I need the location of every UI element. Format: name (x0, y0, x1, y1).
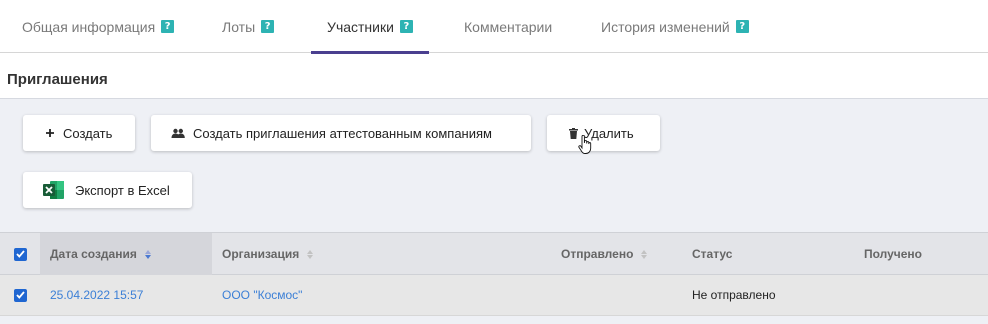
column-label: Отправлено (561, 247, 634, 261)
sort-desc-icon (144, 249, 151, 259)
column-header-organization[interactable]: Организация (222, 233, 314, 275)
table-header: Дата создания Организация Отправлено Ста… (0, 232, 988, 275)
hand-cursor-icon (578, 134, 592, 160)
column-label: Дата создания (50, 247, 137, 261)
row-status: Не отправлено (692, 288, 776, 302)
tab-participants[interactable]: Участники ? (311, 0, 429, 54)
section-title: Приглашения (7, 71, 108, 88)
delete-button[interactable]: Удалить (547, 115, 660, 151)
row-date-link[interactable]: 25.04.2022 15:57 (50, 275, 143, 315)
column-header-received[interactable]: Получено (864, 233, 922, 275)
tab-label: Общая информация (22, 18, 156, 35)
help-icon[interactable]: ? (161, 20, 175, 33)
column-header-status[interactable]: Статус (692, 233, 732, 275)
column-label: Статус (692, 247, 733, 261)
tab-label: История изменений (601, 18, 730, 35)
export-excel-button[interactable]: Экспорт в Excel (23, 172, 192, 208)
help-icon[interactable]: ? (399, 20, 413, 33)
table-row[interactable]: 25.04.2022 15:57 ООО "Космос" Не отправл… (0, 275, 988, 316)
create-certified-invitations-button[interactable]: Создать приглашения аттестованным компан… (151, 115, 531, 151)
sort-icon (641, 249, 648, 259)
tab-label: Комментарии (464, 18, 553, 35)
row-select-cell (0, 275, 40, 315)
tab-label: Лоты (222, 18, 256, 35)
row-checkbox[interactable] (13, 288, 27, 302)
row-organization-link[interactable]: ООО "Космос" (222, 275, 302, 315)
column-header-date[interactable]: Дата создания (40, 233, 212, 275)
tab-comments[interactable]: Комментарии (464, 0, 552, 53)
create-certified-label: Создать приглашения аттестованным компан… (193, 125, 492, 141)
trash-icon (569, 127, 578, 139)
create-button[interactable]: Создать (23, 115, 135, 151)
users-icon (171, 128, 185, 139)
column-header-sent[interactable]: Отправлено (561, 233, 648, 275)
plus-icon (45, 128, 55, 138)
select-all-checkbox[interactable] (13, 247, 27, 261)
select-all-cell (0, 233, 40, 275)
tab-general-info[interactable]: Общая информация ? (22, 0, 175, 53)
column-label: Получено (864, 247, 923, 261)
help-icon[interactable]: ? (261, 20, 275, 33)
tab-bar: Общая информация ? Лоты ? Участники ? Ко… (0, 0, 988, 54)
active-tab-indicator (311, 51, 429, 54)
sort-icon (307, 249, 314, 259)
column-label: Организация (222, 247, 300, 261)
tab-history[interactable]: История изменений ? (601, 0, 749, 53)
create-button-label: Создать (63, 125, 113, 141)
tab-label: Участники (327, 18, 394, 35)
excel-icon (43, 180, 65, 200)
help-icon[interactable]: ? (735, 20, 749, 33)
export-button-label: Экспорт в Excel (75, 182, 170, 198)
tab-lots[interactable]: Лоты ? (222, 0, 275, 53)
